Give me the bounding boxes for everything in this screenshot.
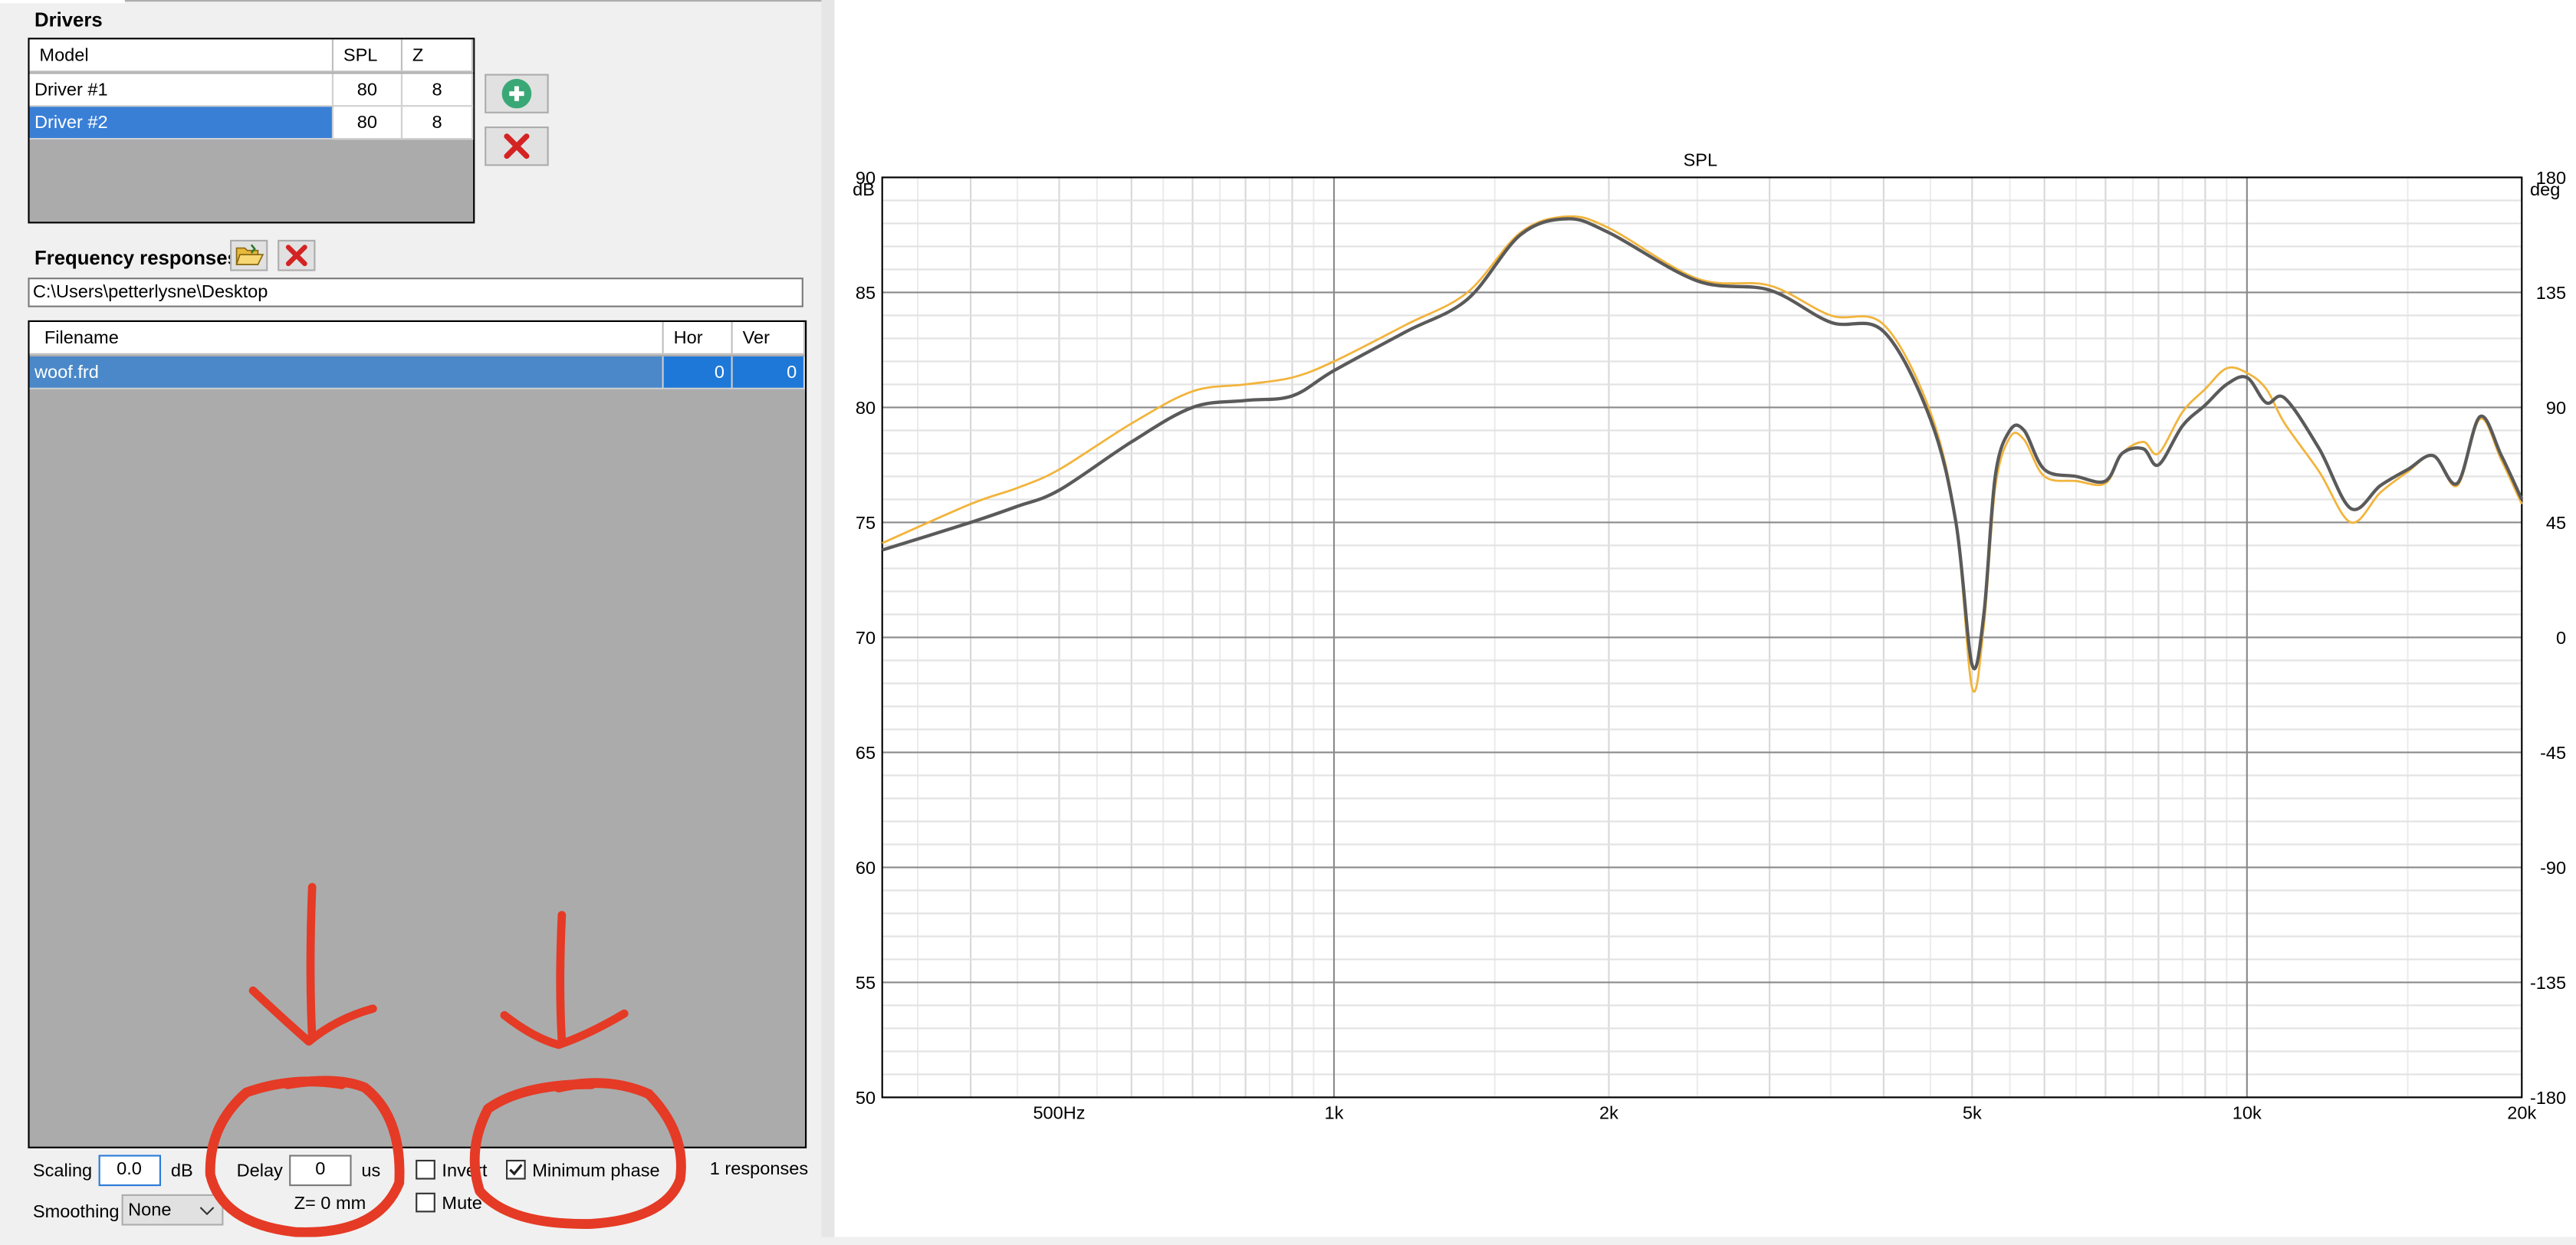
- y-tick-label: 75: [856, 513, 876, 533]
- x-tick-label: 10k: [2233, 1102, 2262, 1122]
- circle-delay: [205, 1076, 405, 1237]
- y-tick-label: 60: [856, 858, 876, 878]
- circle-minimum-phase: [469, 1078, 686, 1229]
- x-ticks: 500Hz 1k 2k 5k 10k 20k: [1033, 1102, 2536, 1122]
- y2-tick-label: 0: [2556, 628, 2566, 648]
- chart-title: SPL: [1684, 149, 1718, 169]
- y-tick-label: 85: [856, 283, 876, 303]
- y2-tick-label: 90: [2546, 398, 2566, 418]
- y-tick-label: 55: [856, 973, 876, 993]
- y2-tick-label: -135: [2530, 973, 2566, 993]
- y2-ticks: 18013590450-45-90-135-180: [2530, 168, 2566, 1108]
- y-tick-label: 70: [856, 628, 876, 648]
- y2-tick-label: 135: [2536, 283, 2566, 303]
- left-panel: Drivers Model SPL Z Driver #1 80 8 Drive…: [0, 0, 822, 1237]
- arrow-shaft-right: [556, 911, 567, 1046]
- y2-tick-label: 180: [2536, 168, 2566, 188]
- y-tick-label: 90: [856, 168, 876, 188]
- red-annotations: [205, 882, 686, 1237]
- graph-panel: SPL dB deg 90 85 80 75 70 65 60 55 50 180 135 90 45…: [834, 0, 2576, 1237]
- y2-tick-label: -45: [2540, 743, 2566, 763]
- x-tick-label: 2k: [1599, 1102, 1618, 1122]
- y2-tick-label: 45: [2546, 513, 2566, 533]
- arrow-shaft-left: [306, 882, 317, 1043]
- x-tick-label: 1k: [1325, 1102, 1344, 1122]
- spl-chart[interactable]: SPL dB deg 908580757065605550 1801359045…: [835, 0, 2576, 1237]
- y-tick-label: 80: [856, 398, 876, 418]
- x-tick-label: 500Hz: [1033, 1102, 1085, 1122]
- splitter[interactable]: [821, 0, 835, 1237]
- y-ticks: 90 85 80 75 70 65 60 55 50: [856, 168, 876, 1108]
- y2-tick-label: -90: [2540, 858, 2566, 878]
- series-line-dark: [882, 217, 2524, 671]
- y-tick-label: 50: [856, 1088, 876, 1108]
- x-tick-label: 5k: [1963, 1102, 1982, 1122]
- x-tick-label: 20k: [2507, 1102, 2536, 1122]
- y-tick-label: 65: [856, 743, 876, 763]
